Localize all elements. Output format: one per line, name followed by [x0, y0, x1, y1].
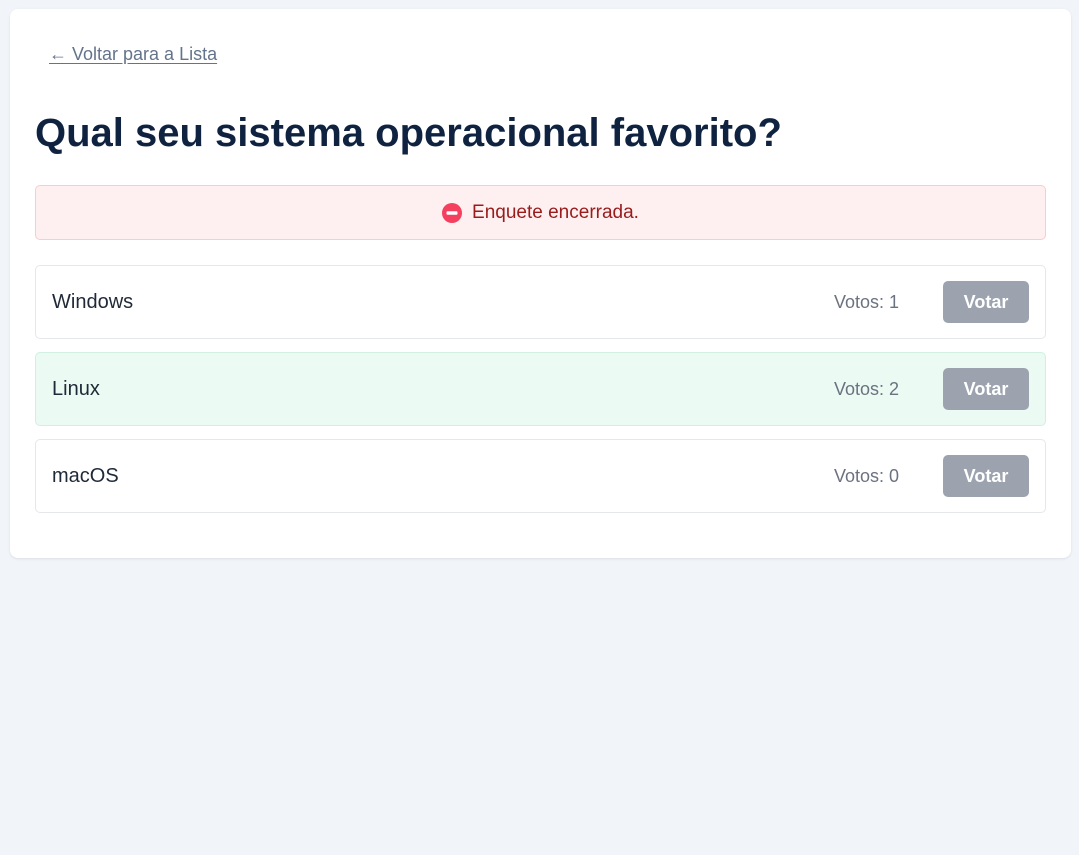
option-vote-count: Votos: 2	[833, 379, 899, 399]
option-name: macOS	[52, 465, 119, 487]
vote-button-macos[interactable]: Votar	[943, 455, 1029, 497]
option-vote-count: Votos: 1	[833, 292, 899, 312]
option-name: Linux	[52, 378, 100, 400]
poll-option-macos: macOS Votos: 0 Votar	[35, 439, 1046, 513]
poll-card: ← Voltar para a Lista Qual seu sistema o…	[10, 9, 1071, 558]
vote-button-linux[interactable]: Votar	[943, 368, 1029, 410]
poll-option-windows: Windows Votos: 1 Votar	[35, 265, 1046, 339]
page-title: Qual seu sistema operacional favorito?	[35, 111, 782, 155]
vote-button-windows[interactable]: Votar	[943, 281, 1029, 323]
option-vote-count: Votos: 0	[833, 466, 899, 486]
option-name: Windows	[52, 291, 134, 313]
poll-option-linux: Linux Votos: 2 Votar	[35, 352, 1046, 426]
no-entry-icon	[442, 202, 463, 223]
back-to-list-link[interactable]: ← Voltar para a Lista	[49, 44, 217, 65]
poll-closed-alert: Enquete encerrada.	[35, 185, 1046, 240]
alert-message: Enquete encerrada.	[472, 201, 639, 223]
